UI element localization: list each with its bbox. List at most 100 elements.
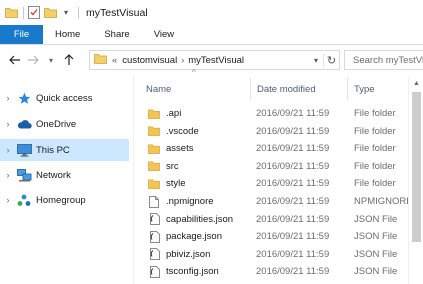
file-row[interactable]: pbiviz.json 2016/09/21 11:59 JSON File [134, 246, 423, 263]
folder-icon [94, 53, 107, 67]
nav-item-homegroup[interactable]: › Homegroup [0, 189, 129, 211]
expand-chevron-icon[interactable]: › [0, 145, 16, 155]
file-date-cell: 2016/09/21 11:59 [256, 160, 330, 172]
folder-icon [148, 143, 160, 155]
breadcrumb-mytestvisual[interactable]: myTestVisual [188, 55, 244, 66]
file-name: style [166, 178, 186, 190]
tab-view[interactable]: View [142, 25, 186, 44]
file-name: .npmignore [166, 196, 214, 207]
folder-icon[interactable] [4, 6, 18, 20]
file-name-cell[interactable]: assets [148, 140, 193, 157]
expand-chevron-icon[interactable]: › [0, 119, 16, 129]
column-divider[interactable] [250, 78, 251, 100]
file-date-cell: 2016/09/21 11:59 [256, 143, 330, 155]
file-type-cell: File folder [354, 160, 396, 172]
up-arrow-icon[interactable] [60, 50, 78, 70]
column-header-date[interactable]: Date modified [257, 80, 316, 98]
nav-label: Network [36, 169, 71, 181]
file-name-cell[interactable]: src [148, 158, 179, 175]
nav-item-network[interactable]: › Network [0, 164, 129, 186]
file-name: assets [166, 143, 194, 155]
file-row[interactable]: capabilities.json 2016/09/21 11:59 JSON Fi… [134, 211, 423, 228]
toolbar-divider [23, 6, 24, 19]
file-name-cell[interactable]: style [148, 175, 186, 192]
nav-item-this-pc[interactable]: › This PC [0, 139, 129, 161]
file-date-cell: 2016/09/21 11:59 [256, 266, 330, 278]
file-row[interactable]: tsconfig.json 2016/09/21 11:59 JSON File [134, 263, 423, 280]
file-name-cell[interactable]: pbiviz.json [148, 246, 210, 263]
back-arrow-icon[interactable] [6, 50, 24, 70]
breadcrumb-customvisual[interactable]: customvisual [122, 55, 177, 66]
nav-label: Homegroup [36, 194, 86, 206]
json-file-icon [148, 230, 160, 243]
star-icon [16, 91, 32, 105]
file-type-cell: JSON File [354, 266, 398, 278]
file-date-cell: 2016/09/21 11:59 [256, 125, 330, 137]
refresh-icon[interactable]: ↻ [323, 53, 339, 67]
file-date-cell: 2016/09/21 11:59 [256, 108, 330, 119]
properties-check-icon[interactable] [27, 6, 41, 20]
file-row[interactable]: .npmignore 2016/09/21 11:59 NPMIGNORE File [134, 193, 423, 210]
file-name-cell[interactable]: .npmignore [148, 193, 214, 210]
file-row[interactable]: .api 2016/09/21 11:59 File folder [134, 105, 423, 122]
file-row[interactable]: package.json 2016/09/21 11:59 JSON File [134, 228, 423, 245]
folder-icon [148, 108, 160, 120]
tab-file[interactable]: File [0, 25, 43, 44]
nav-item-onedrive[interactable]: › OneDrive [0, 113, 129, 135]
address-bar[interactable]: « customvisual › myTestVisual ▾ ↻ [89, 50, 340, 70]
file-name-cell[interactable]: capabilities.json [148, 211, 233, 228]
scroll-thumb[interactable] [412, 92, 421, 242]
file-name: .vscode [166, 125, 199, 137]
file-type-cell: JSON File [354, 231, 398, 243]
homegroup-icon [16, 193, 32, 207]
tab-share[interactable]: Share [92, 25, 141, 44]
expand-chevron-icon[interactable]: › [0, 170, 16, 180]
recent-locations-icon[interactable]: ▾ [42, 50, 60, 70]
file-row[interactable]: src 2016/09/21 11:59 File folder [134, 158, 423, 175]
file-date-cell: 2016/09/21 11:59 [256, 196, 330, 207]
nav-label: Quick access [36, 92, 93, 104]
nav-label: OneDrive [36, 118, 77, 130]
file-name-cell[interactable]: tsconfig.json [148, 263, 219, 280]
toolbar-divider [78, 6, 79, 19]
search-input[interactable]: Search myTestVisual [344, 50, 423, 70]
file-row[interactable]: .vscode 2016/09/21 11:59 File folder [134, 123, 423, 140]
column-divider[interactable] [347, 78, 348, 100]
file-row[interactable]: assets 2016/09/21 11:59 File folder [134, 140, 423, 157]
computer-icon [16, 143, 32, 157]
json-file-icon [148, 213, 160, 226]
new-folder-icon[interactable] [43, 6, 57, 20]
folder-icon [148, 125, 160, 137]
column-header-type[interactable]: Type [354, 80, 375, 98]
address-dropdown-icon[interactable]: ▾ [309, 56, 323, 65]
cloud-icon [16, 117, 32, 131]
file-date-cell: 2016/09/21 11:59 [256, 231, 330, 243]
column-header-name[interactable]: Name [146, 80, 171, 98]
json-file-icon [148, 265, 160, 278]
expand-chevron-icon[interactable]: › [0, 195, 16, 205]
scroll-up-icon[interactable]: ▲ [409, 76, 423, 90]
file-name: pbiviz.json [166, 248, 211, 260]
json-file-icon [148, 248, 160, 261]
file-name-cell[interactable]: package.json [148, 228, 222, 245]
breadcrumb-separator[interactable]: › [181, 55, 184, 65]
file-name: .api [166, 108, 182, 119]
forward-arrow-icon[interactable] [24, 50, 42, 70]
tab-home[interactable]: Home [43, 25, 92, 44]
folder-icon [148, 178, 160, 190]
file-type-cell: File folder [354, 178, 396, 190]
expand-chevron-icon[interactable]: › [0, 93, 16, 103]
breadcrumb-overflow[interactable]: « [112, 55, 117, 66]
file-icon [148, 195, 160, 208]
ribbon-tabs: File Home Share View [0, 25, 423, 45]
file-row[interactable]: style 2016/09/21 11:59 File folder [134, 175, 423, 192]
file-name-cell[interactable]: .vscode [148, 123, 199, 140]
file-name: package.json [166, 231, 222, 243]
dropdown-chevron-icon[interactable]: ▾ [59, 6, 73, 20]
file-type-cell: JSON File [354, 248, 398, 260]
file-name-cell[interactable]: .api [148, 105, 181, 122]
file-name: tsconfig.json [166, 266, 219, 278]
nav-item-quick-access[interactable]: › Quick access [0, 87, 129, 109]
vertical-scrollbar[interactable]: ▲ [408, 76, 423, 284]
file-name: capabilities.json [166, 213, 234, 225]
